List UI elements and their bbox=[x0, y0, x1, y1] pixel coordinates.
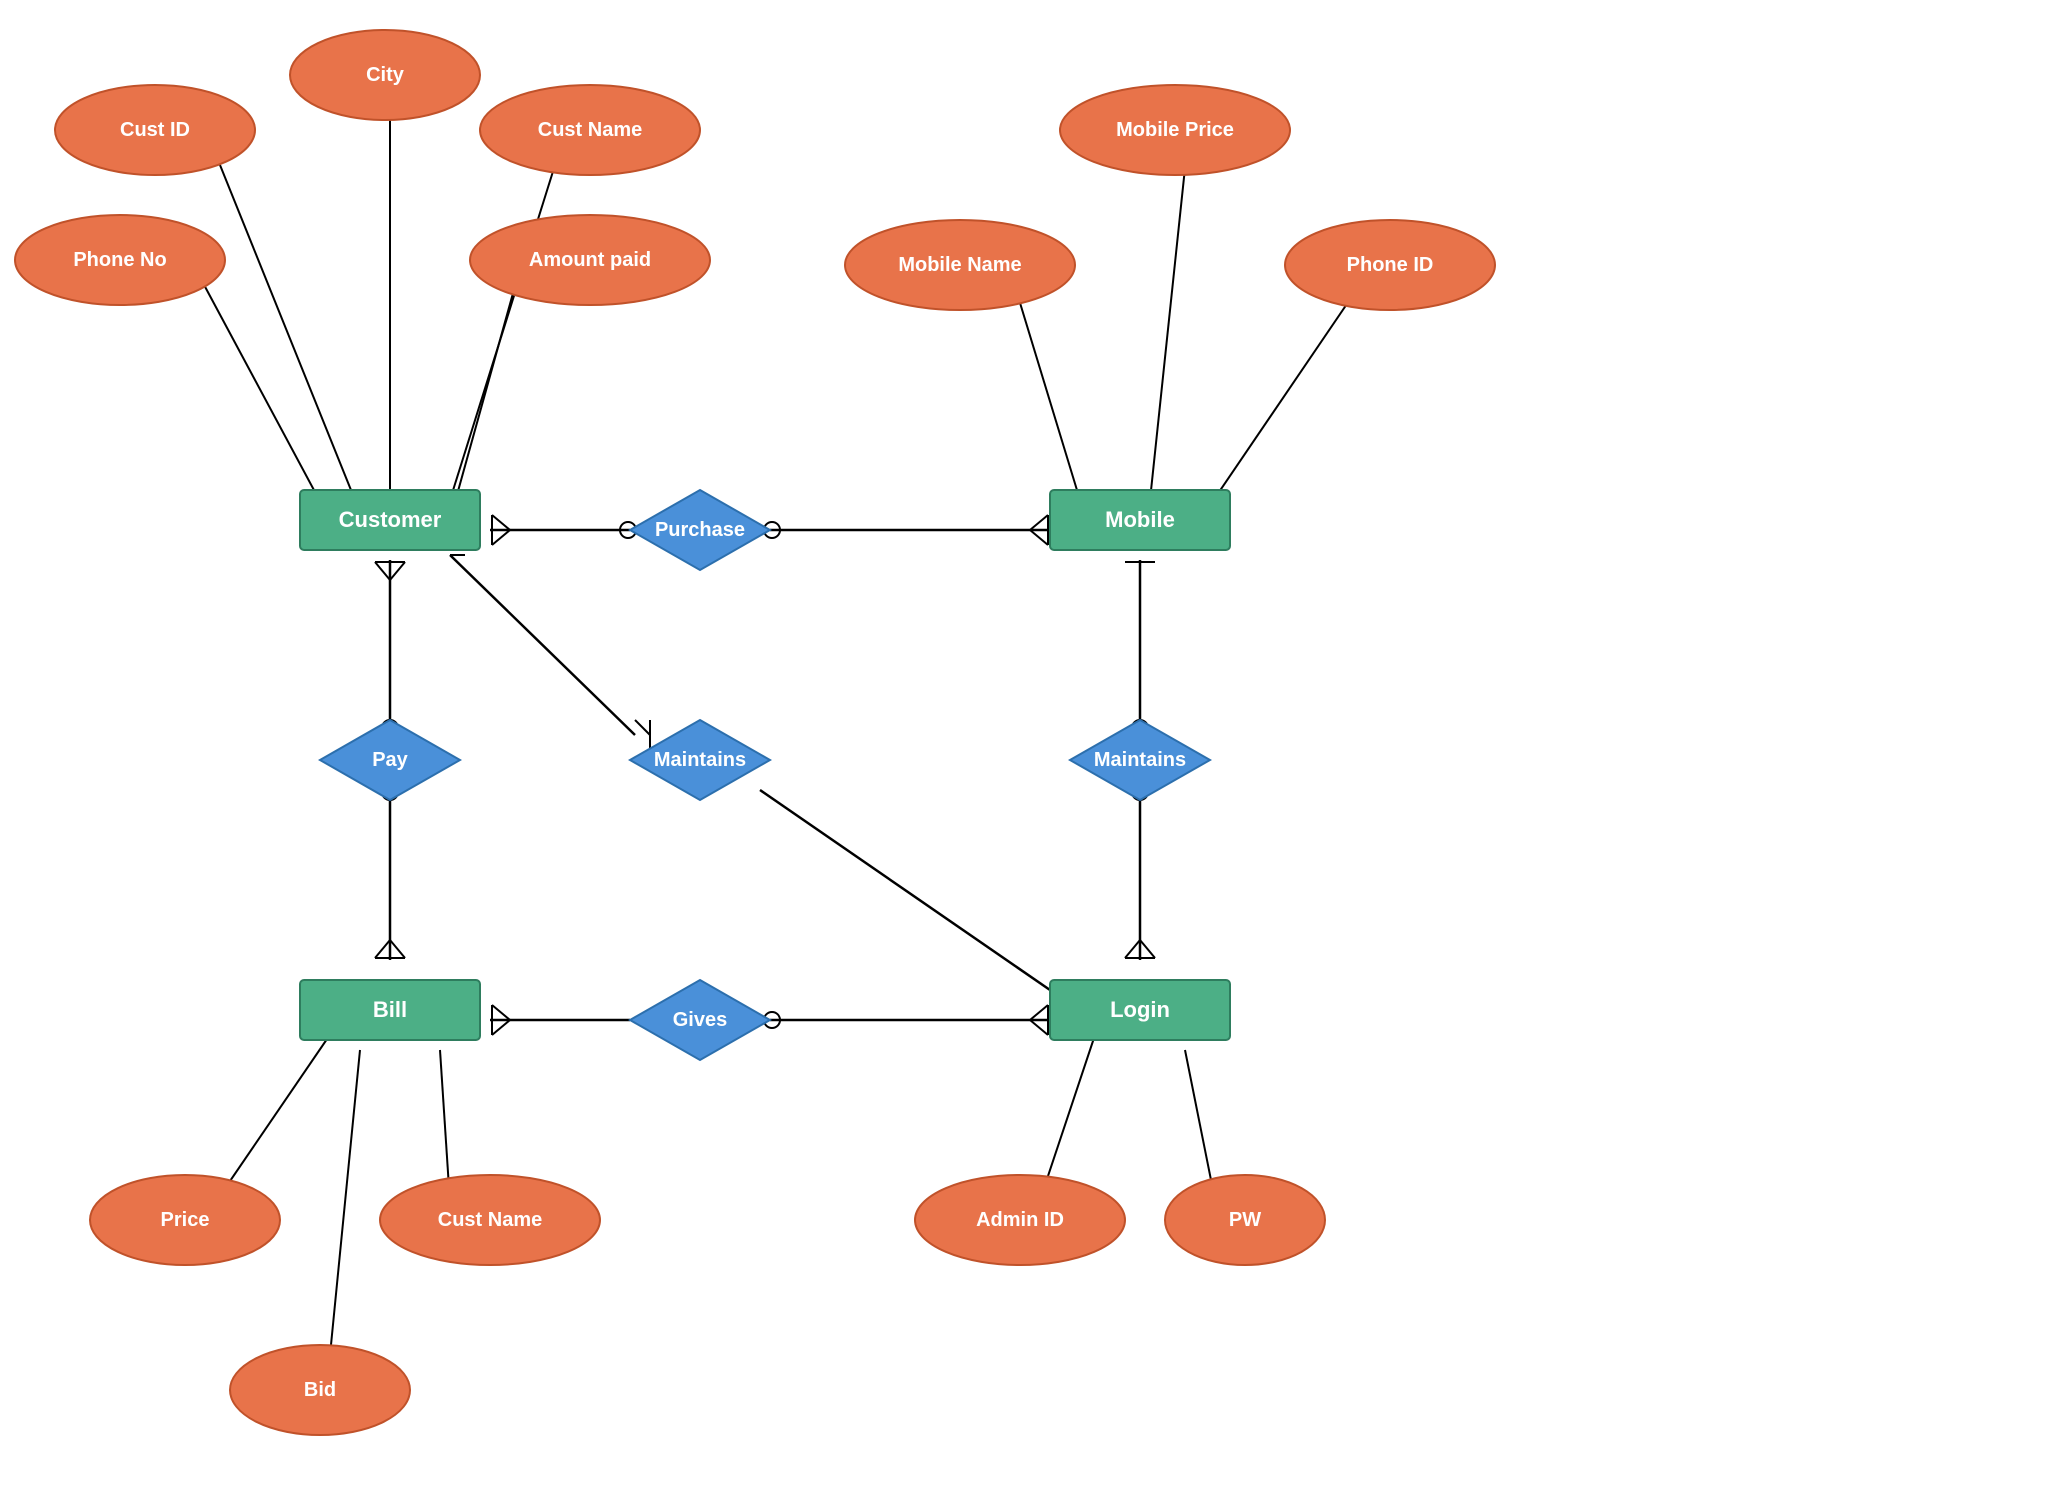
rel-gives-label: Gives bbox=[673, 1009, 727, 1031]
entity-mobile-label: Mobile bbox=[1105, 507, 1175, 532]
attr-price-label: Price bbox=[161, 1209, 210, 1231]
rel-maintains-right-label: Maintains bbox=[1094, 749, 1186, 771]
entity-bill-label: Bill bbox=[373, 997, 407, 1022]
rel-pay-label: Pay bbox=[372, 749, 408, 771]
entity-customer-label: Customer bbox=[339, 507, 442, 532]
er-diagram: Customer Mobile Bill Login Cust ID City … bbox=[0, 0, 2048, 1509]
attr-mobile-name-label: Mobile Name bbox=[898, 254, 1021, 276]
attr-bid-label: Bid bbox=[304, 1379, 336, 1401]
attr-cust-name-bill-label: Cust Name bbox=[438, 1209, 542, 1231]
entity-login-label: Login bbox=[1110, 997, 1170, 1022]
attr-phone-id-label: Phone ID bbox=[1347, 254, 1434, 276]
rel-maintains-left-label: Maintains bbox=[654, 749, 746, 771]
rel-purchase-label: Purchase bbox=[655, 519, 745, 541]
attr-city-label: City bbox=[366, 64, 405, 86]
attr-cust-name-top-label: Cust Name bbox=[538, 119, 642, 141]
attr-admin-id-label: Admin ID bbox=[976, 1209, 1064, 1231]
attr-mobile-price-label: Mobile Price bbox=[1116, 119, 1234, 141]
attr-cust-id-label: Cust ID bbox=[120, 119, 190, 141]
attr-phone-no-label: Phone No bbox=[73, 249, 166, 271]
attr-amount-paid-label: Amount paid bbox=[529, 249, 651, 271]
attr-pw-label: PW bbox=[1229, 1209, 1261, 1231]
